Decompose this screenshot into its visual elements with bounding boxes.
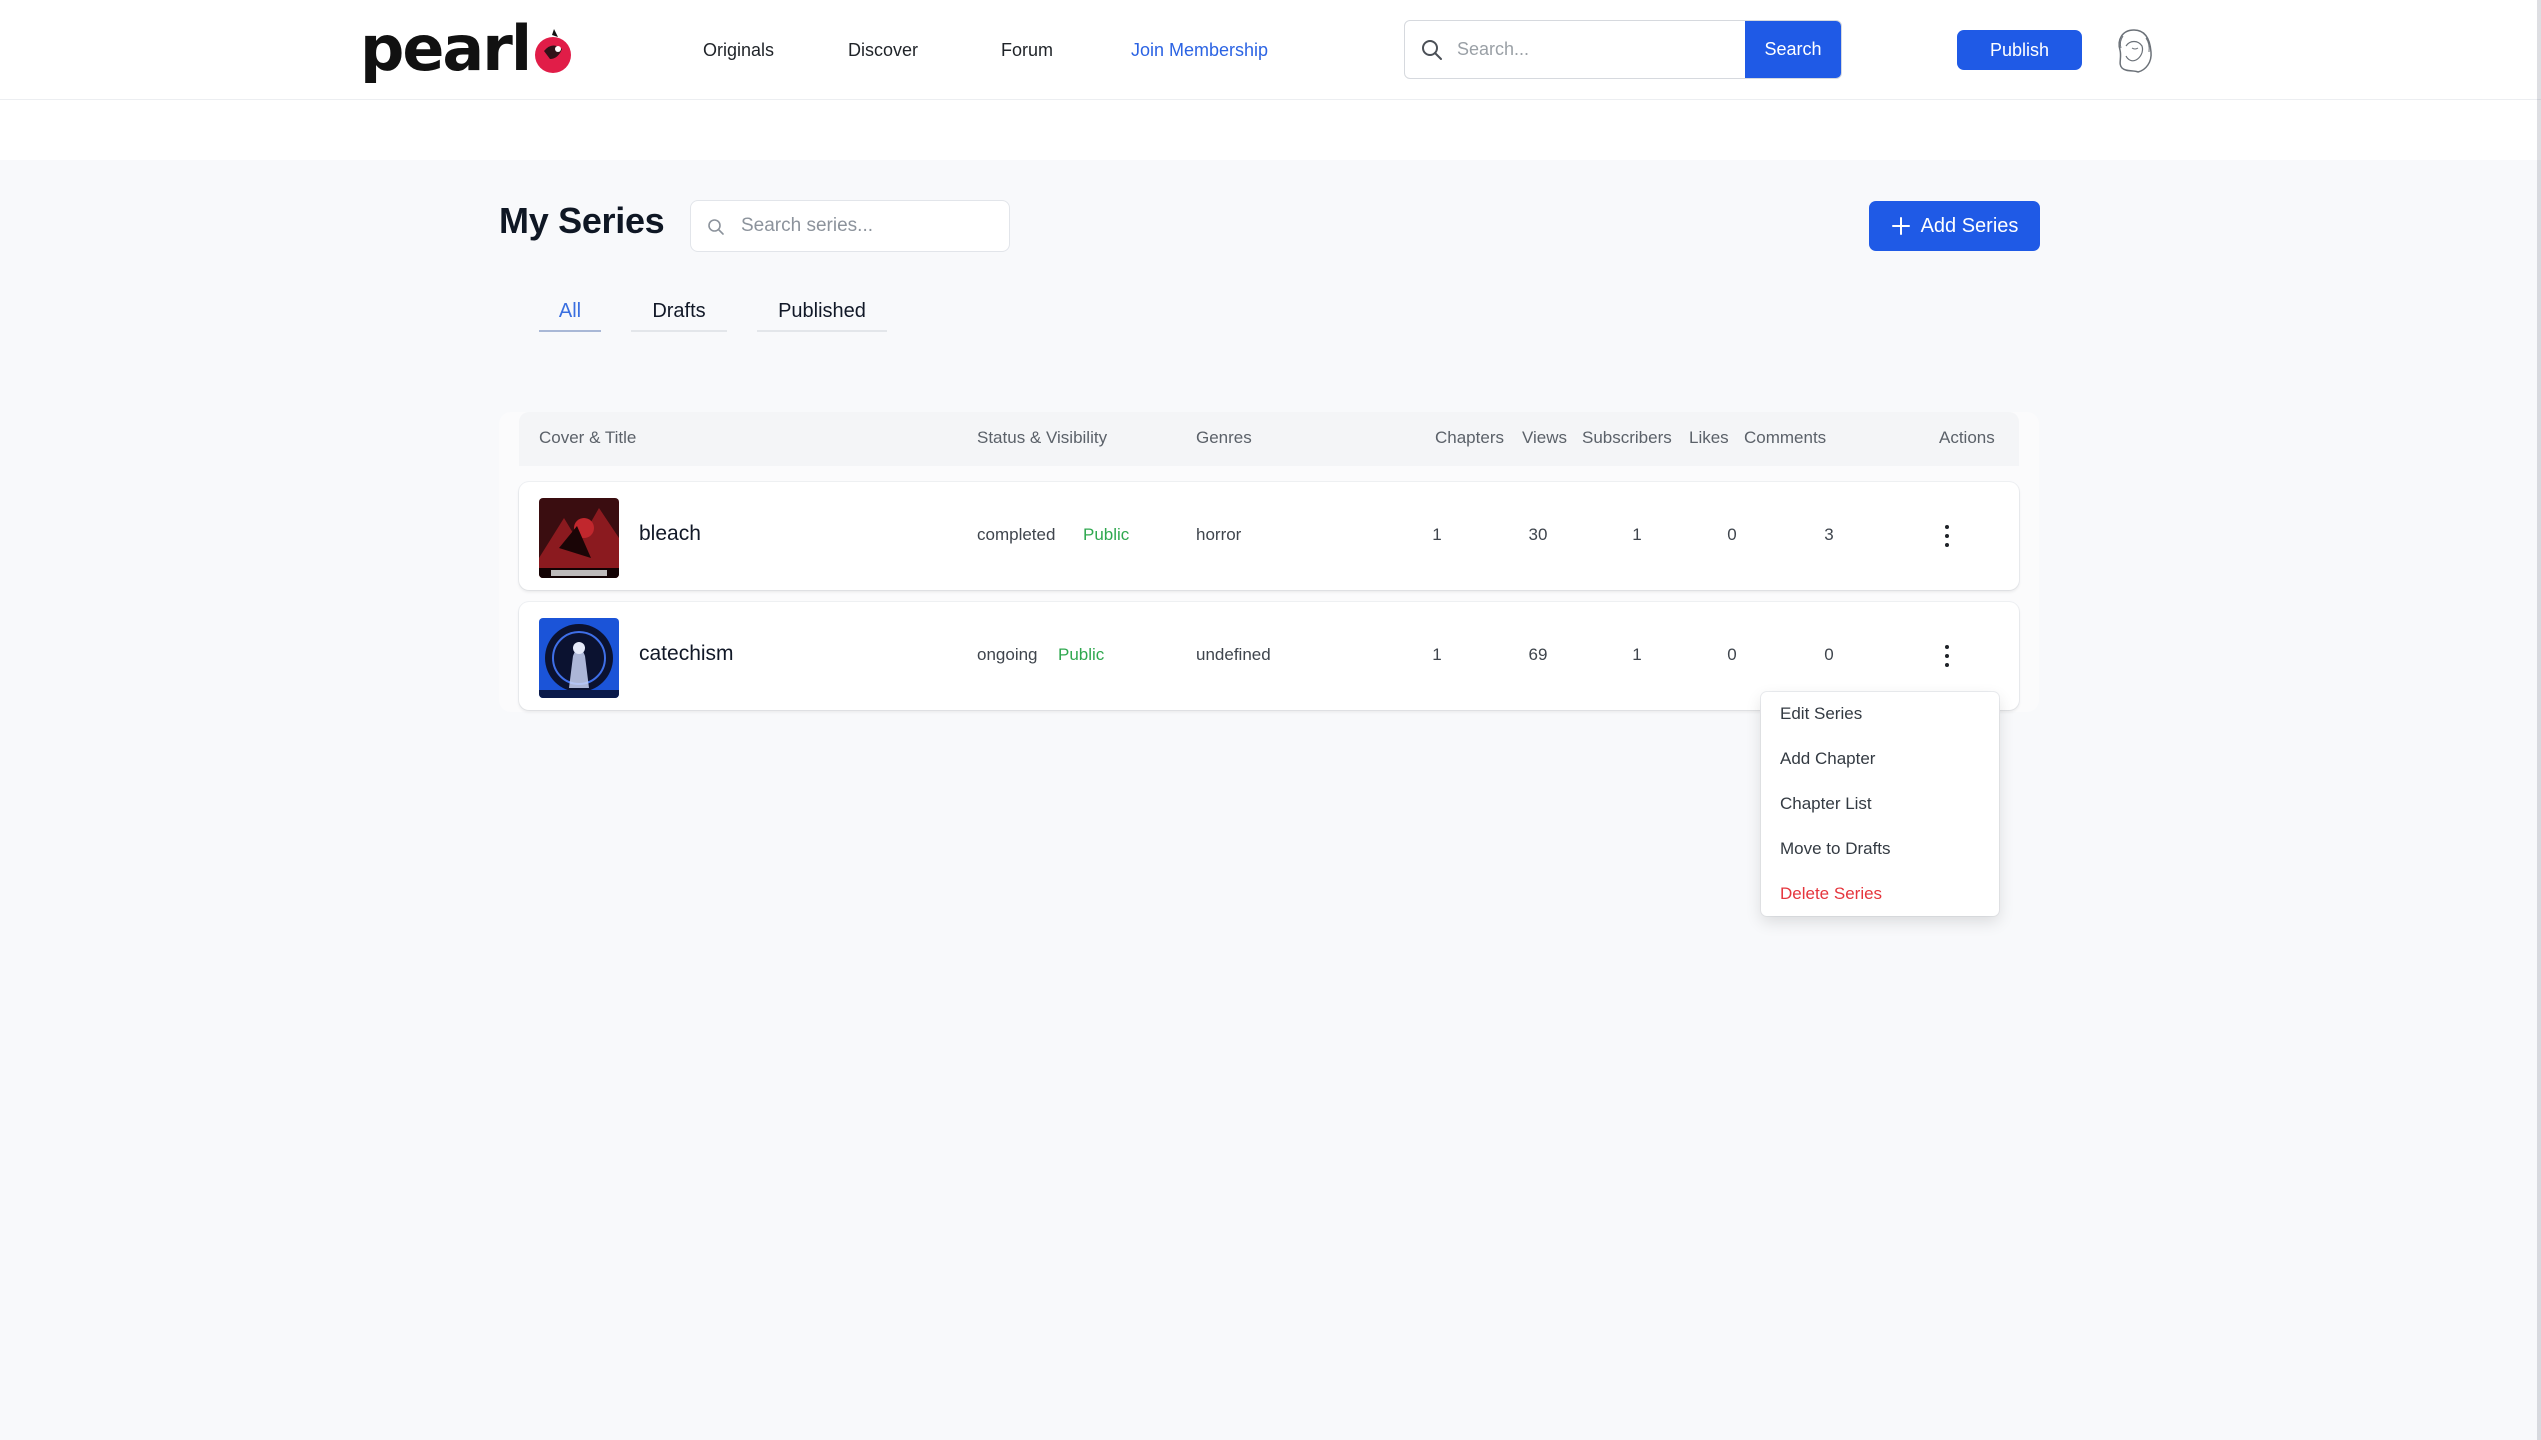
series-genre: undefined <box>1196 645 1271 664</box>
column-header: Views <box>1522 428 1568 447</box>
menu-item-move-to-drafts[interactable]: Move to Drafts <box>1780 839 1891 859</box>
column-header: Chapters <box>1435 428 1504 447</box>
top-navigation-bar: pearl Originals Discover Forum Join Memb… <box>0 0 2541 100</box>
column-header: Comments <box>1744 428 1827 447</box>
menu-item-add-chapter[interactable]: Add Chapter <box>1780 749 1875 769</box>
publish-button[interactable]: Publish <box>1957 30 2082 70</box>
column-header: Genres <box>1196 428 1252 447</box>
series-actions-menu: Edit Series Add Chapter Chapter List Mov… <box>1761 692 1999 916</box>
series-subscribers: 1 <box>1632 645 1642 664</box>
nav-forum[interactable]: Forum <box>1001 40 1053 61</box>
series-visibility: Public <box>1058 645 1105 664</box>
series-table: Cover & Title Status & Visibility Genres… <box>499 412 2039 712</box>
content-band <box>0 100 2541 160</box>
series-chapters: 1 <box>1432 645 1442 664</box>
add-series-label: Add Series <box>1920 214 2019 237</box>
page-title: My Series <box>499 200 665 241</box>
plus-icon <box>1891 217 1910 235</box>
logo-wordmark: pearl <box>360 12 532 85</box>
tab-published[interactable]: Published <box>757 296 887 332</box>
column-header: Subscribers <box>1582 428 1672 447</box>
menu-item-edit-series[interactable]: Edit Series <box>1780 704 1862 724</box>
series-search-box <box>690 200 1010 252</box>
search-icon <box>1422 40 1442 60</box>
table-row[interactable]: bleach completed Public horror 1 30 1 0 … <box>519 482 2019 590</box>
menu-item-delete-series[interactable]: Delete Series <box>1780 884 1882 904</box>
table-header: Cover & Title Status & Visibility Genres… <box>519 412 2019 466</box>
series-likes: 0 <box>1727 525 1737 544</box>
more-vertical-icon[interactable] <box>1935 522 1959 550</box>
tab-all[interactable]: All <box>539 296 601 332</box>
pearl-logo[interactable]: pearl <box>360 14 574 84</box>
column-header: Actions <box>1939 428 1995 447</box>
column-header: Status & Visibility <box>977 428 1108 447</box>
user-avatar-icon[interactable] <box>2112 26 2156 74</box>
series-title[interactable]: bleach <box>639 522 701 546</box>
column-header: Likes <box>1689 428 1729 447</box>
series-search-input[interactable] <box>741 201 1001 251</box>
menu-item-chapter-list[interactable]: Chapter List <box>1780 794 1872 814</box>
series-comments: 3 <box>1824 525 1834 544</box>
header-search-input[interactable] <box>1457 21 1737 78</box>
series-title[interactable]: catechism <box>639 642 734 666</box>
series-genre: horror <box>1196 525 1242 544</box>
header-search-box: Search <box>1404 20 1842 79</box>
nav-discover[interactable]: Discover <box>848 40 918 61</box>
series-cover-image <box>539 618 619 698</box>
series-comments: 0 <box>1824 645 1834 664</box>
series-status: completed <box>977 525 1056 544</box>
series-likes: 0 <box>1727 645 1737 664</box>
window-edge <box>2537 0 2541 1440</box>
column-header: Cover & Title <box>539 428 637 447</box>
series-subscribers: 1 <box>1632 525 1642 544</box>
tab-drafts[interactable]: Drafts <box>631 296 727 332</box>
series-cover-image <box>539 498 619 578</box>
series-views: 30 <box>1528 525 1548 544</box>
series-views: 69 <box>1528 645 1548 664</box>
nav-join-membership[interactable]: Join Membership <box>1131 40 1268 61</box>
series-chapters: 1 <box>1432 525 1442 544</box>
more-vertical-icon[interactable] <box>1935 642 1959 670</box>
header-search-button[interactable]: Search <box>1745 21 1841 78</box>
logo-mark-icon <box>535 29 572 73</box>
series-visibility: Public <box>1083 525 1130 544</box>
nav-originals[interactable]: Originals <box>703 40 774 61</box>
series-status: ongoing <box>977 645 1038 664</box>
add-series-button[interactable]: Add Series <box>1869 201 2040 251</box>
search-icon <box>708 219 724 235</box>
